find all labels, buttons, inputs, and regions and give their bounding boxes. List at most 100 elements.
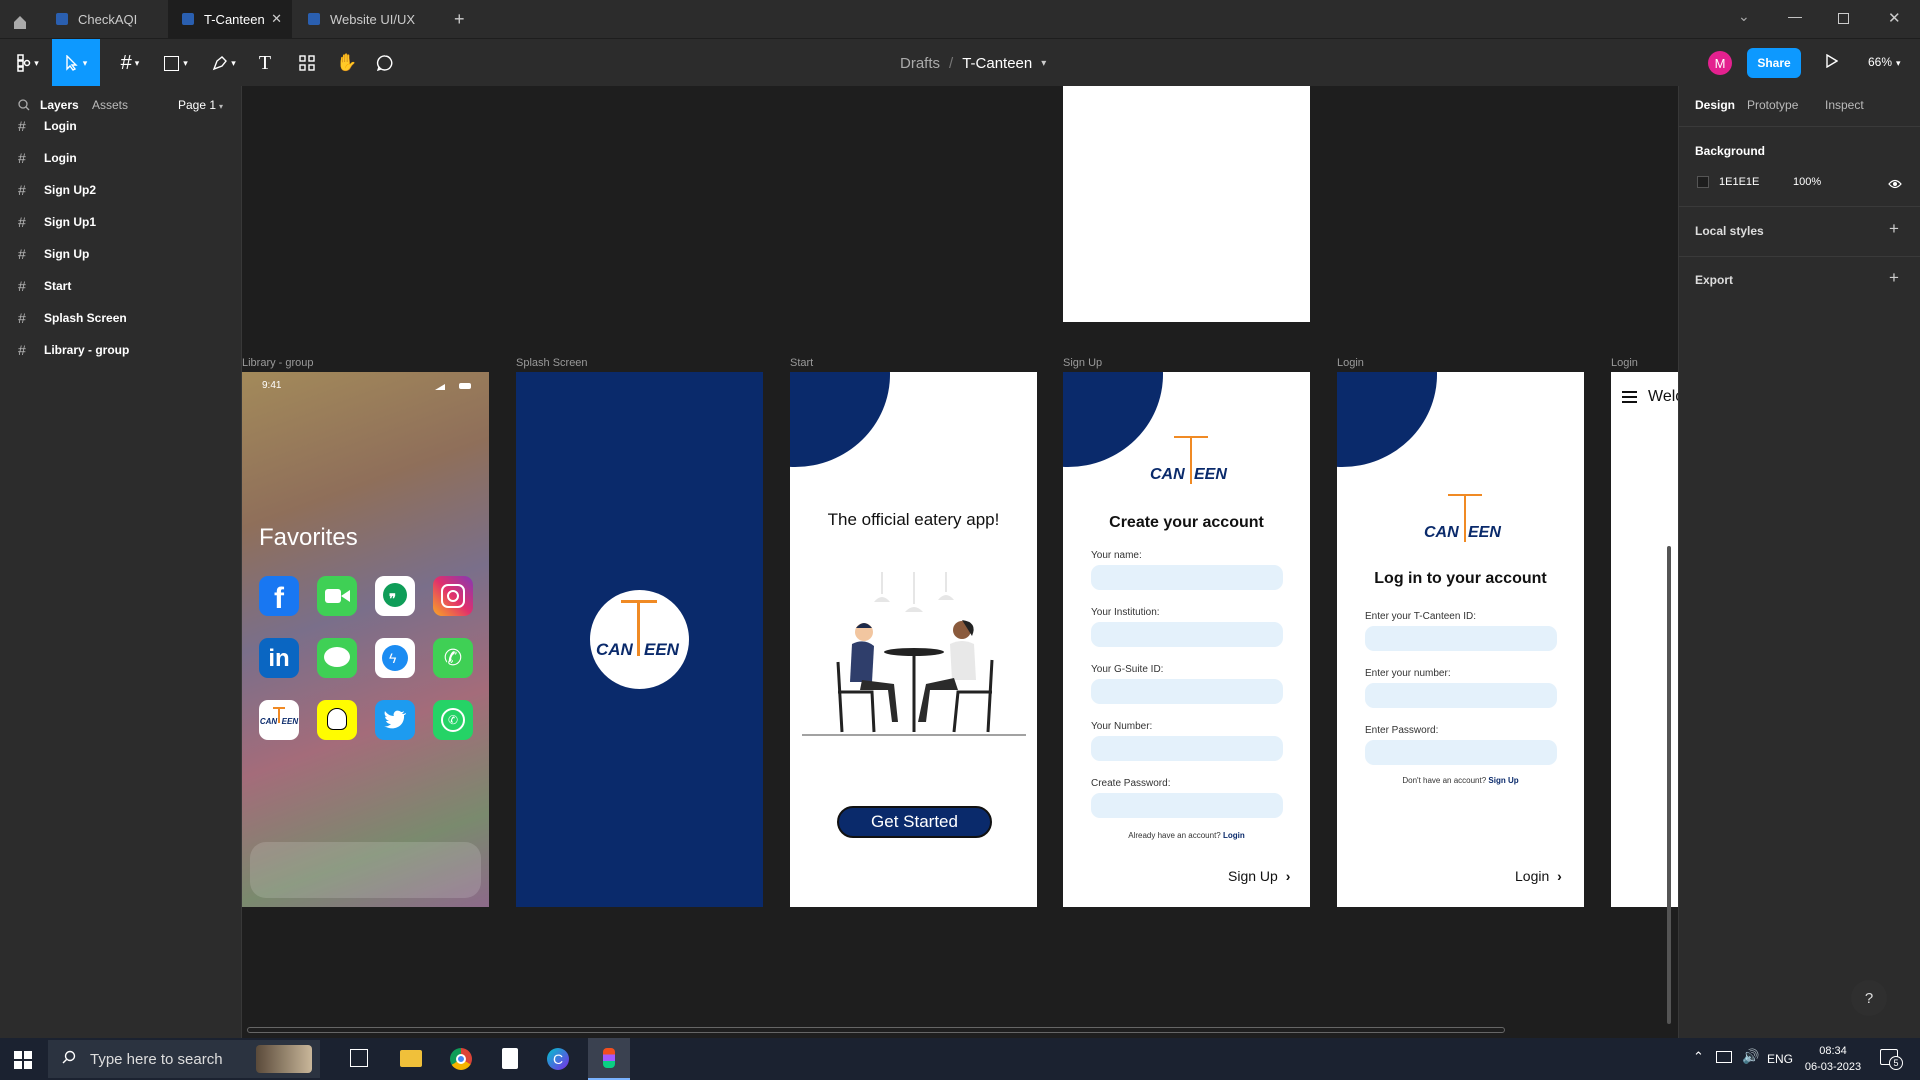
instagram-app-icon[interactable]: [433, 576, 473, 616]
tabs-dropdown-icon[interactable]: ⌄: [1738, 8, 1750, 25]
tab-prototype[interactable]: Prototype: [1747, 98, 1798, 112]
layer-splash-screen[interactable]: # Splash Screen: [0, 302, 241, 334]
file-name[interactable]: T-Canteen: [962, 55, 1032, 72]
pen-tool-icon[interactable]: ▾: [204, 39, 244, 87]
background-swatch[interactable]: [1697, 176, 1709, 188]
layer-library-group[interactable]: # Library - group: [0, 334, 241, 366]
show-hidden-icons-icon[interactable]: ⌃: [1693, 1049, 1704, 1065]
layer-login-1[interactable]: # Login: [0, 110, 241, 142]
zoom-level: 66%: [1868, 55, 1893, 69]
hangouts-app-icon[interactable]: ❞: [375, 576, 415, 616]
login-prompt: Already have an account? Login: [1063, 831, 1310, 840]
chevron-down-icon[interactable]: ▾: [1041, 58, 1046, 69]
frame-icon: #: [18, 246, 26, 262]
file-explorer-icon[interactable]: [400, 1050, 422, 1067]
t-canteen-app-icon[interactable]: CAN EEN: [259, 700, 299, 740]
help-button[interactable]: ?: [1851, 980, 1887, 1016]
name-field[interactable]: [1091, 565, 1283, 590]
number-field[interactable]: [1365, 683, 1557, 708]
figma-taskbar-icon[interactable]: [588, 1038, 630, 1080]
linkedin-app-icon[interactable]: in: [259, 638, 299, 678]
password-field[interactable]: [1091, 793, 1283, 818]
layer-sign-up2[interactable]: # Sign Up2: [0, 174, 241, 206]
clock[interactable]: 08:34 06-03-2023: [1798, 1043, 1868, 1075]
resources-tool-icon[interactable]: [292, 39, 322, 87]
institution-field[interactable]: [1091, 622, 1283, 647]
layer-login-2[interactable]: # Login: [0, 142, 241, 174]
vertical-scrollbar[interactable]: [1667, 546, 1671, 1024]
main-menu-icon[interactable]: ▾: [8, 39, 48, 87]
minimize-icon[interactable]: —: [1788, 8, 1802, 24]
zoom-dropdown[interactable]: 66% ▾: [1868, 55, 1901, 69]
volume-icon[interactable]: 🔊: [1742, 1048, 1759, 1065]
frame-sign-up[interactable]: CAN EEN Create your account Your name: Y…: [1063, 372, 1310, 907]
network-icon[interactable]: [1716, 1051, 1732, 1063]
login-link[interactable]: Login: [1223, 831, 1245, 840]
login-submit-button[interactable]: Login ›: [1515, 868, 1562, 884]
logo-text-left: CAN: [1424, 524, 1459, 541]
frame-library-group[interactable]: 9:41 Favorites f ❞ in ϟ ✆ CAN EEN ✆: [242, 372, 489, 907]
text-tool-icon[interactable]: T: [250, 39, 280, 87]
windows-start-icon[interactable]: [14, 1051, 32, 1069]
taskbar-search-box[interactable]: Type here to search: [48, 1040, 320, 1078]
hand-tool-icon[interactable]: ✋: [332, 39, 362, 87]
hamburger-menu-icon[interactable]: [1622, 391, 1637, 403]
frame-login[interactable]: CAN EEN Log in to your account Enter you…: [1337, 372, 1584, 907]
tab-website-ui-ux[interactable]: Website UI/UX: [294, 0, 444, 38]
signup-link[interactable]: Sign Up: [1488, 776, 1518, 785]
canva-icon[interactable]: C: [547, 1048, 569, 1070]
frame-blank-white[interactable]: [1063, 86, 1310, 322]
layer-sign-up1[interactable]: # Sign Up1: [0, 206, 241, 238]
number-field[interactable]: [1091, 736, 1283, 761]
layer-sign-up[interactable]: # Sign Up: [0, 238, 241, 270]
background-opacity[interactable]: 100%: [1793, 176, 1821, 188]
frame-splash-screen[interactable]: CAN EEN: [516, 372, 763, 907]
signup-submit-button[interactable]: Sign Up ›: [1228, 868, 1290, 884]
whatsapp-app-icon[interactable]: ✆: [433, 700, 473, 740]
messenger-app-icon[interactable]: ϟ: [375, 638, 415, 678]
tcanteen-id-field[interactable]: [1365, 626, 1557, 651]
phone-app-icon[interactable]: ✆: [433, 638, 473, 678]
frame-start[interactable]: The official eatery app! Get Started: [790, 372, 1037, 907]
figma-file-icon: [308, 13, 320, 25]
gsuite-field[interactable]: [1091, 679, 1283, 704]
notepad-icon[interactable]: [502, 1048, 518, 1069]
new-tab-icon[interactable]: +: [454, 9, 465, 30]
signup-title: Create your account: [1109, 514, 1264, 531]
home-icon[interactable]: [12, 14, 28, 30]
layer-start[interactable]: # Start: [0, 270, 241, 302]
present-play-icon[interactable]: [1826, 53, 1839, 73]
background-hex[interactable]: 1E1E1E: [1719, 176, 1759, 188]
eye-icon[interactable]: [1888, 176, 1902, 194]
language-indicator[interactable]: ENG: [1767, 1052, 1793, 1066]
frame-tool-icon[interactable]: # ▾: [110, 39, 150, 87]
design-canvas[interactable]: Library - group 9:41 Favorites f ❞ in ϟ …: [242, 86, 1678, 1038]
breadcrumb-drafts[interactable]: Drafts: [900, 55, 940, 72]
avatar[interactable]: M: [1708, 51, 1732, 75]
twitter-app-icon[interactable]: [375, 700, 415, 740]
get-started-button[interactable]: Get Started: [837, 806, 992, 838]
move-tool-button[interactable]: ▾: [52, 39, 100, 87]
add-export-icon[interactable]: +: [1889, 268, 1899, 288]
snapchat-app-icon[interactable]: [317, 700, 357, 740]
add-local-style-icon[interactable]: +: [1889, 219, 1899, 239]
properties-panel: Design Prototype Inspect Background 1E1E…: [1678, 86, 1920, 1038]
share-button[interactable]: Share: [1747, 48, 1801, 78]
close-window-icon[interactable]: ✕: [1888, 9, 1901, 27]
rectangle-tool-icon[interactable]: ▾: [156, 39, 196, 87]
chrome-icon[interactable]: [450, 1048, 472, 1070]
comment-tool-icon[interactable]: [370, 39, 400, 87]
close-tab-icon[interactable]: ✕: [271, 11, 282, 27]
messages-app-icon[interactable]: [317, 638, 357, 678]
tab-checkaqi[interactable]: CheckAQI: [42, 0, 166, 38]
facebook-app-icon[interactable]: f: [259, 576, 299, 616]
task-view-icon[interactable]: [350, 1049, 368, 1067]
restore-icon[interactable]: [1838, 13, 1849, 24]
facetime-app-icon[interactable]: [317, 576, 357, 616]
horizontal-scrollbar[interactable]: [247, 1027, 1505, 1033]
password-field[interactable]: [1365, 740, 1557, 765]
tab-t-canteen[interactable]: T-Canteen ✕: [168, 0, 292, 38]
tab-inspect[interactable]: Inspect: [1825, 98, 1864, 112]
notifications-icon[interactable]: 5: [1880, 1049, 1903, 1070]
tab-design[interactable]: Design: [1695, 98, 1735, 112]
